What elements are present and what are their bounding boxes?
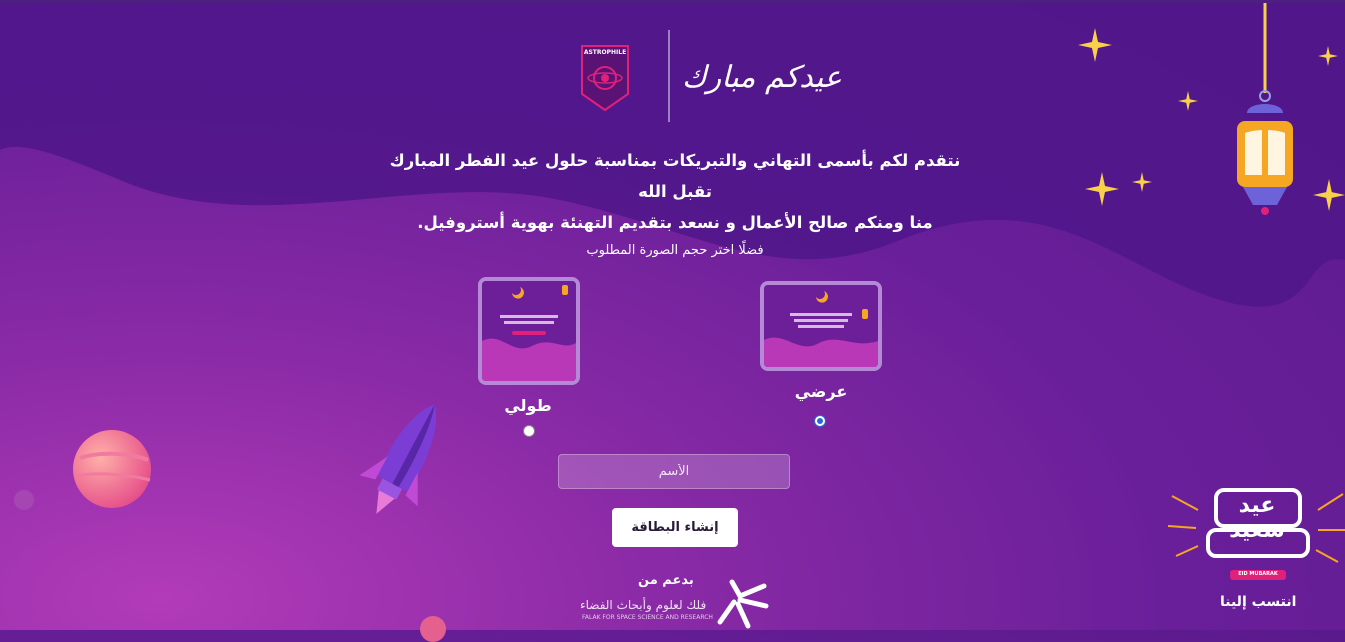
star-icon (1132, 172, 1152, 192)
radio-tall[interactable] (523, 425, 535, 437)
name-input[interactable] (558, 454, 790, 489)
wide-card-thumbnail (764, 285, 878, 367)
lantern-icon (1237, 3, 1293, 215)
small-planet-icon (14, 490, 34, 510)
create-card-button[interactable]: إنشاء البطاقة (612, 508, 738, 547)
greeting-message: نتقدم لكم بأسمى التهاني والتبريكات بمناس… (380, 145, 970, 238)
crescent-moon-icon (720, 14, 760, 52)
sponsor-title: بدعم من (638, 573, 694, 588)
option-wide-label: عرضي (794, 382, 848, 401)
option-tall-label: طولي (504, 396, 552, 415)
logo-text: ASTROPHILE (583, 49, 627, 56)
star-icon (1078, 28, 1112, 62)
tall-card-thumbnail (482, 281, 576, 381)
rocket-icon (359, 404, 437, 514)
header-divider (668, 30, 670, 122)
sponsor-subtitle: FALAK FOR SPACE SCIENCE AND RESEARCH (582, 614, 713, 621)
option-wide-preview[interactable] (760, 281, 882, 371)
message-line-1: نتقدم لكم بأسمى التهاني والتبريكات بمناس… (389, 151, 961, 201)
eid-badge-text: عيد سعيد (1229, 493, 1285, 543)
star-icon (1313, 179, 1345, 211)
falak-logo-icon (717, 579, 769, 629)
star-icon (1085, 172, 1119, 206)
option-tall-preview[interactable] (478, 277, 580, 385)
sponsor-name: فلك لعلوم وأبحاث الفضاء (580, 598, 707, 612)
star-icon (1318, 46, 1338, 66)
follow-us-label: انتسب إلينا (1220, 594, 1297, 610)
eid-badge-tag: EID MUBARAK (1238, 571, 1278, 577)
planet-icon (73, 430, 151, 508)
radio-wide[interactable] (814, 415, 826, 427)
small-planet-icon (420, 616, 446, 642)
size-prompt: فضلًا اختر حجم الصورة المطلوب (586, 243, 764, 258)
star-icon (1178, 91, 1198, 111)
eid-greeting-calligraphy: عيدكم مبارك (682, 60, 842, 95)
message-line-2: منا ومنكم صالح الأعمال و نسعد بتقديم الت… (417, 213, 933, 232)
